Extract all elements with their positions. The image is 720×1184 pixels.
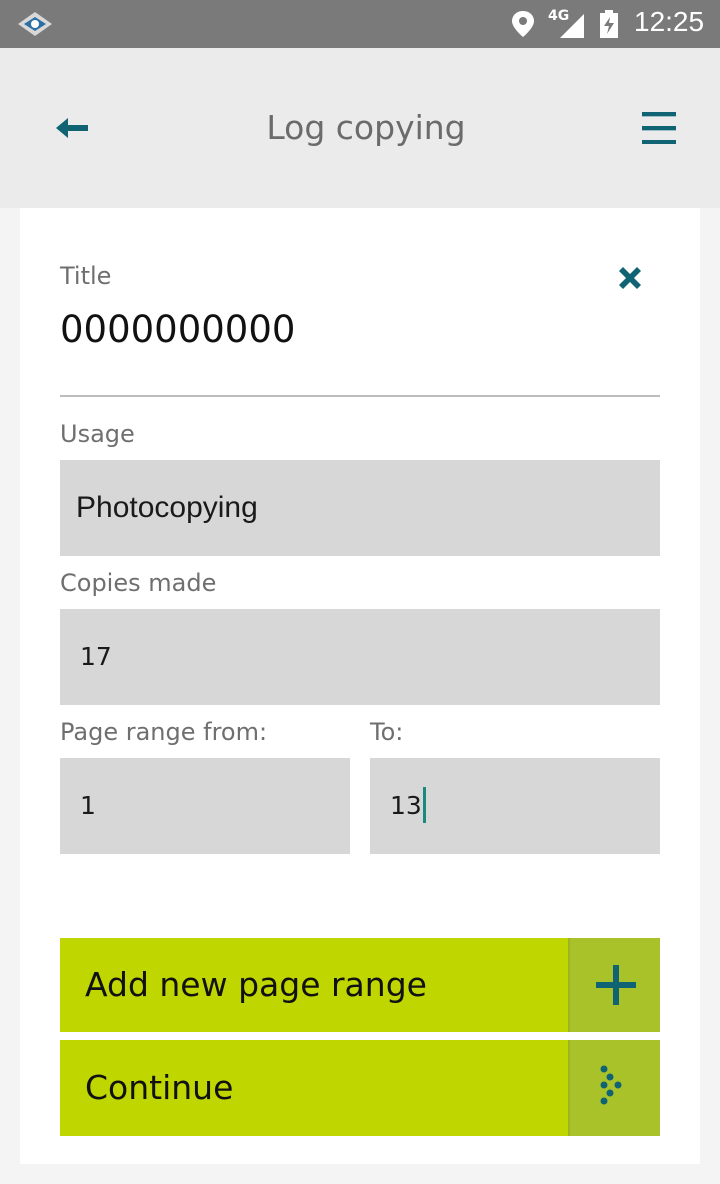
page-range-from-label: Page range from: [60,718,268,746]
hamburger-menu-icon[interactable] [638,108,680,148]
title-value: 0000000000 [60,308,296,351]
copies-made-label: Copies made [60,569,217,597]
usage-label: Usage [60,420,135,448]
copies-made-input[interactable]: 17 [60,609,660,705]
continue-icon-box [568,1040,660,1136]
add-page-range-button[interactable]: Add new page range [60,938,660,1032]
continue-button[interactable]: Continue [60,1040,660,1136]
page-range-to-input[interactable]: 13 [370,758,660,854]
app-logo-icon [18,12,52,36]
page-range-from-input[interactable]: 1 [60,758,350,854]
page-title: Log copying [266,108,466,147]
page-range-to-label: To: [370,718,404,746]
signal-icon [560,14,584,38]
copy-log-form: Title 0000000000 Usage Photocopying Copi… [20,208,700,1164]
add-icon-box [568,938,660,1032]
battery-charging-icon [600,10,618,38]
page-range-to-value: 13 [390,791,422,820]
status-clock: 12:25 [634,6,705,37]
location-icon [512,11,534,37]
text-cursor [422,787,426,823]
close-icon[interactable] [614,262,646,294]
continue-label: Continue [85,1068,234,1107]
add-page-range-label: Add new page range [85,965,427,1004]
dotted-chevron-right-icon [600,1065,622,1105]
usage-select[interactable]: Photocopying [60,460,660,556]
divider [60,395,660,397]
plus-icon [596,965,636,1005]
status-bar: 4G 12:25 [0,0,720,48]
app-bar: Log copying [0,48,720,208]
title-label: Title [60,262,112,290]
